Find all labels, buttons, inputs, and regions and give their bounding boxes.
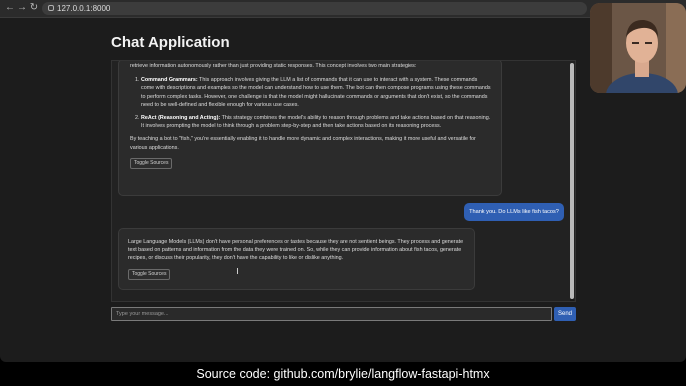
page-title: Chat Application (111, 34, 230, 51)
list-item-term: ReAct (Reasoning and Acting): (141, 115, 221, 122)
site-info-icon[interactable] (48, 5, 54, 11)
scrollbar-thumb[interactable] (570, 63, 574, 299)
toggle-sources-button[interactable]: Toggle Sources (128, 268, 171, 280)
list-item: Command Grammars: This approach involves… (141, 76, 491, 109)
presenter-webcam-overlay (590, 3, 686, 93)
toggle-sources-button[interactable]: Toggle Sources (130, 157, 173, 169)
send-button[interactable]: Send (554, 307, 576, 321)
list-item: ReAct (Reasoning and Acting): This strat… (141, 114, 491, 130)
chat-scrollbar[interactable] (570, 63, 574, 301)
browser-window: ← → ↻ 127.0.0.1:8000 Chat Application re… (0, 0, 686, 362)
bot-message: retrieve information autonomously rather… (118, 61, 502, 196)
mouse-cursor-icon (237, 268, 242, 274)
chat-messages[interactable]: retrieve information autonomously rather… (111, 60, 576, 302)
user-message: Thank you. Do LLMs like fish tacos? (464, 203, 564, 221)
presenter-image (590, 3, 686, 93)
bot-message: Large Language Models (LLMs) don't have … (118, 228, 475, 290)
video-caption: Source code: github.com/brylie/langflow-… (196, 367, 490, 381)
message-text: Large Language Models (LLMs) don't have … (128, 239, 464, 262)
strategy-list: Command Grammars: This approach involves… (130, 76, 491, 130)
back-arrow-icon[interactable]: ← (4, 2, 16, 14)
browser-toolbar: ← → ↻ 127.0.0.1:8000 (0, 0, 686, 18)
forward-arrow-icon[interactable]: → (16, 2, 28, 14)
message-intro: retrieve information autonomously rather… (130, 63, 417, 69)
message-outro: By teaching a bot to "fish," you're esse… (130, 136, 476, 151)
url-text: 127.0.0.1:8000 (57, 4, 111, 13)
message-input[interactable] (111, 307, 552, 321)
reload-icon[interactable]: ↻ (28, 2, 40, 14)
message-composer: Send (111, 307, 576, 321)
address-bar[interactable]: 127.0.0.1:8000 (42, 2, 587, 15)
list-item-term: Command Grammars: (141, 77, 198, 84)
